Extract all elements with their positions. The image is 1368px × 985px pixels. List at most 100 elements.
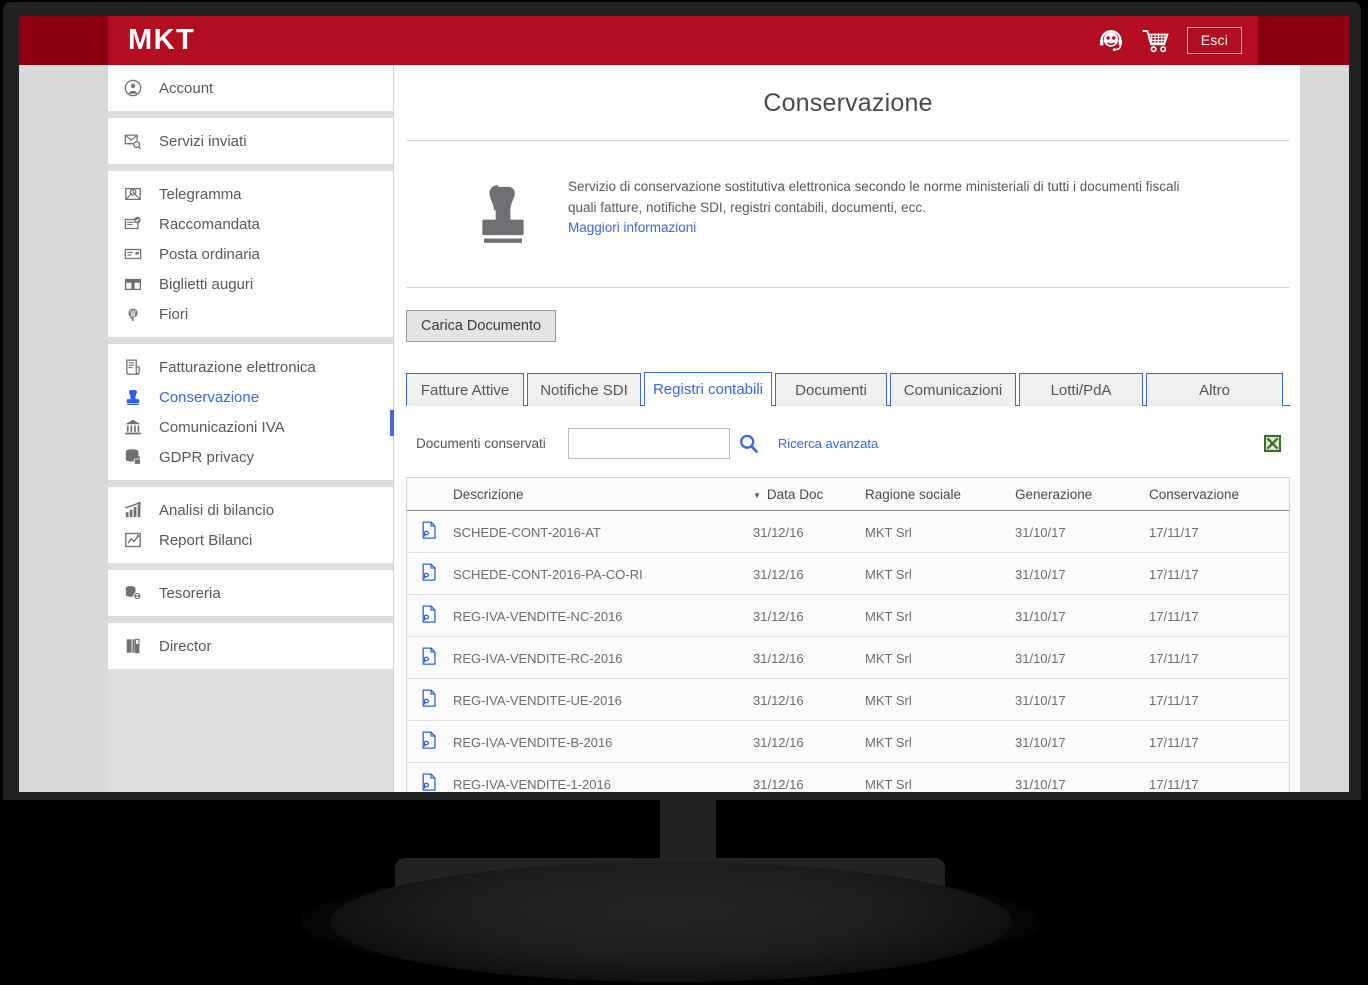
sidebar-item-telegramma[interactable]: Telegramma [108,179,393,209]
col-ragione-sociale[interactable]: Ragione sociale [865,478,1015,511]
documents-table-wrap: Descrizione ▼ Data Doc Ragione sociale G… [406,477,1290,792]
table-row[interactable]: REG-IVA-VENDITE-RC-2016 31/12/16 MKT Srl 31… [407,636,1289,679]
sidebar-item-fatturazione-elettronica[interactable]: Fatturazione elettronica [108,352,393,382]
tab-registri-contabili[interactable]: Registri contabili [644,372,772,406]
sidebar-item-raccomandata[interactable]: Raccomandata [108,209,393,239]
sidebar-item-gdpr-privacy[interactable]: GDPR privacy [108,442,393,472]
brand-logo[interactable]: MKT [128,24,195,57]
sidebar-item-analisi-di-bilancio[interactable]: Analisi di bilancio [108,495,393,525]
sidebar-group: Servizi inviati [108,118,393,165]
cell-conservazione: 17/11/17 [1149,720,1289,763]
cell-generazione: 31/10/17 [1015,678,1149,721]
cell-generazione: 31/10/17 [1015,636,1149,679]
headset-support-icon[interactable] [1097,28,1125,54]
sidebar-item-fiori[interactable]: Fiori [108,299,393,329]
tab-altro[interactable]: Altro [1146,373,1283,406]
cell-descrizione: REG-IVA-VENDITE-UE-2016 [453,678,753,721]
excel-export-icon[interactable] [1263,434,1282,453]
cell-conservazione: 17/11/17 [1149,510,1289,553]
more-info-link[interactable]: Maggiori informazioni [568,220,696,235]
sidebar-item-servizi-inviati[interactable]: Servizi inviati [108,126,393,156]
sidebar-item-conservazione[interactable]: Conservazione [108,382,393,412]
cell-ragione-sociale: MKT Srl [865,594,1015,637]
report-chart-icon [122,530,144,550]
service-description-text: Servizio di conservazione sostitutiva el… [568,179,1180,215]
sidebar-item-posta-ordinaria[interactable]: Posta ordinaria [108,239,393,269]
sidebar-item-account[interactable]: Account [108,73,393,103]
sidebar-item-label: Posta ordinaria [159,245,260,263]
cell-data-doc: 31/12/16 [753,678,865,721]
pdf-file-icon[interactable] [407,510,453,553]
sidebar-item-label: Conservazione [159,388,260,406]
service-description: Servizio di conservazione sostitutiva el… [406,141,1290,287]
cell-generazione: 31/10/17 [1015,720,1149,763]
table-row[interactable]: REG-IVA-VENDITE-B-2016 31/12/16 MKT Srl 31/… [407,720,1289,763]
advanced-search-link[interactable]: Ricerca avanzata [778,436,878,451]
cell-generazione: 31/10/17 [1015,594,1149,637]
pdf-file-icon[interactable] [407,762,453,792]
sidebar-group: Telegramma Raccomandata Posta ordinaria Big… [108,171,393,338]
cell-generazione: 31/10/17 [1015,510,1149,553]
table-row[interactable]: SCHEDE-CONT-2016-PA-CO-RI 31/12/16 MKT Srl… [407,552,1289,595]
pdf-file-icon[interactable] [407,636,453,679]
upload-document-button[interactable]: Carica Documento [406,310,557,342]
col-descrizione[interactable]: Descrizione [453,478,753,511]
cell-conservazione: 17/11/17 [1149,594,1289,637]
sort-desc-caret: ▼ [753,490,761,500]
table-row[interactable]: REG-IVA-VENDITE-NC-2016 31/12/16 MKT Srl 31… [407,594,1289,637]
table-row[interactable]: REG-IVA-VENDITE-UE-2016 31/12/16 MKT Srl 31… [407,678,1289,721]
tab-notifiche-sdi[interactable]: Notifiche SDI [527,373,641,406]
tab-comunicazioni[interactable]: Comunicazioni [890,373,1016,406]
pdf-file-icon[interactable] [407,678,453,721]
logout-button[interactable]: Esci [1186,27,1242,54]
telegram-envelope-icon [122,184,144,204]
sidebar-item-label: Account [159,79,214,97]
sidebar-item-label: Director [159,637,212,655]
sidebar-item-biglietti-auguri[interactable]: Biglietti auguri [108,269,393,299]
col-generazione[interactable]: Generazione [1015,478,1149,511]
screen: MKT Esci Account Servizi inviati Telegra… [19,16,1349,792]
rubber-stamp-icon [472,177,544,257]
col-conservazione[interactable]: Conservazione [1149,478,1289,511]
pdf-file-icon[interactable] [407,720,453,763]
sidebar-item-director[interactable]: Director [108,631,393,661]
cell-conservazione: 17/11/17 [1149,552,1289,595]
sidebar-item-label: Servizi inviati [159,132,247,150]
cell-data-doc: 31/12/16 [753,762,865,792]
pdf-file-icon[interactable] [407,594,453,637]
cell-descrizione: REG-IVA-VENDITE-1-2016 [453,762,753,792]
coins-icon [122,583,144,603]
sidebar-item-label: GDPR privacy [159,448,255,466]
cell-generazione: 31/10/17 [1015,552,1149,595]
bar-chart-icon [122,500,144,520]
monitor: MKT Esci Account Servizi inviati Telegra… [0,0,1368,985]
tab-documenti[interactable]: Documenti [775,373,887,406]
table-row[interactable]: SCHEDE-CONT-2016-AT 31/12/16 MKT Srl 31/10/… [407,510,1289,553]
search-input[interactable] [567,428,730,459]
cell-ragione-sociale: MKT Srl [865,678,1015,721]
table-row[interactable]: REG-IVA-VENDITE-1-2016 31/12/16 MKT Srl 31/… [407,762,1289,792]
sent-services-icon [122,131,144,151]
table-head: Descrizione ▼ Data Doc Ragione sociale G… [407,478,1289,511]
flower-icon [122,304,144,324]
cell-ragione-sociale: MKT Srl [865,762,1015,792]
cell-descrizione: REG-IVA-VENDITE-RC-2016 [453,636,753,679]
tab-fatture-attive[interactable]: Fatture Attive [406,373,524,406]
pdf-file-icon[interactable] [407,552,453,595]
sidebar-item-label: Raccomandata [159,215,260,233]
registered-mail-icon [122,214,144,234]
sidebar-item-comunicazioni-iva[interactable]: Comunicazioni IVA [108,412,393,442]
ordinary-mail-icon [122,244,144,264]
sidebar-group: Analisi di bilancio Report Bilanci [108,487,393,564]
sidebar-item-tesoreria[interactable]: Tesoreria [108,578,393,608]
sidebar-item-label: Report Bilanci [159,531,253,549]
sidebar-item-report-bilanci[interactable]: Report Bilanci [108,525,393,555]
tab-lotti-pda[interactable]: Lotti/PdA [1019,373,1143,406]
shopping-cart-icon[interactable] [1142,28,1170,54]
cell-descrizione: SCHEDE-CONT-2016-AT [453,510,753,553]
page-title: Conservazione [763,89,933,117]
col-data-doc[interactable]: ▼ Data Doc [753,478,865,511]
invoice-icon [122,357,144,377]
sidebar: Account Servizi inviati Telegramma Raccoman… [108,65,395,792]
magnifier-icon[interactable] [738,433,759,454]
